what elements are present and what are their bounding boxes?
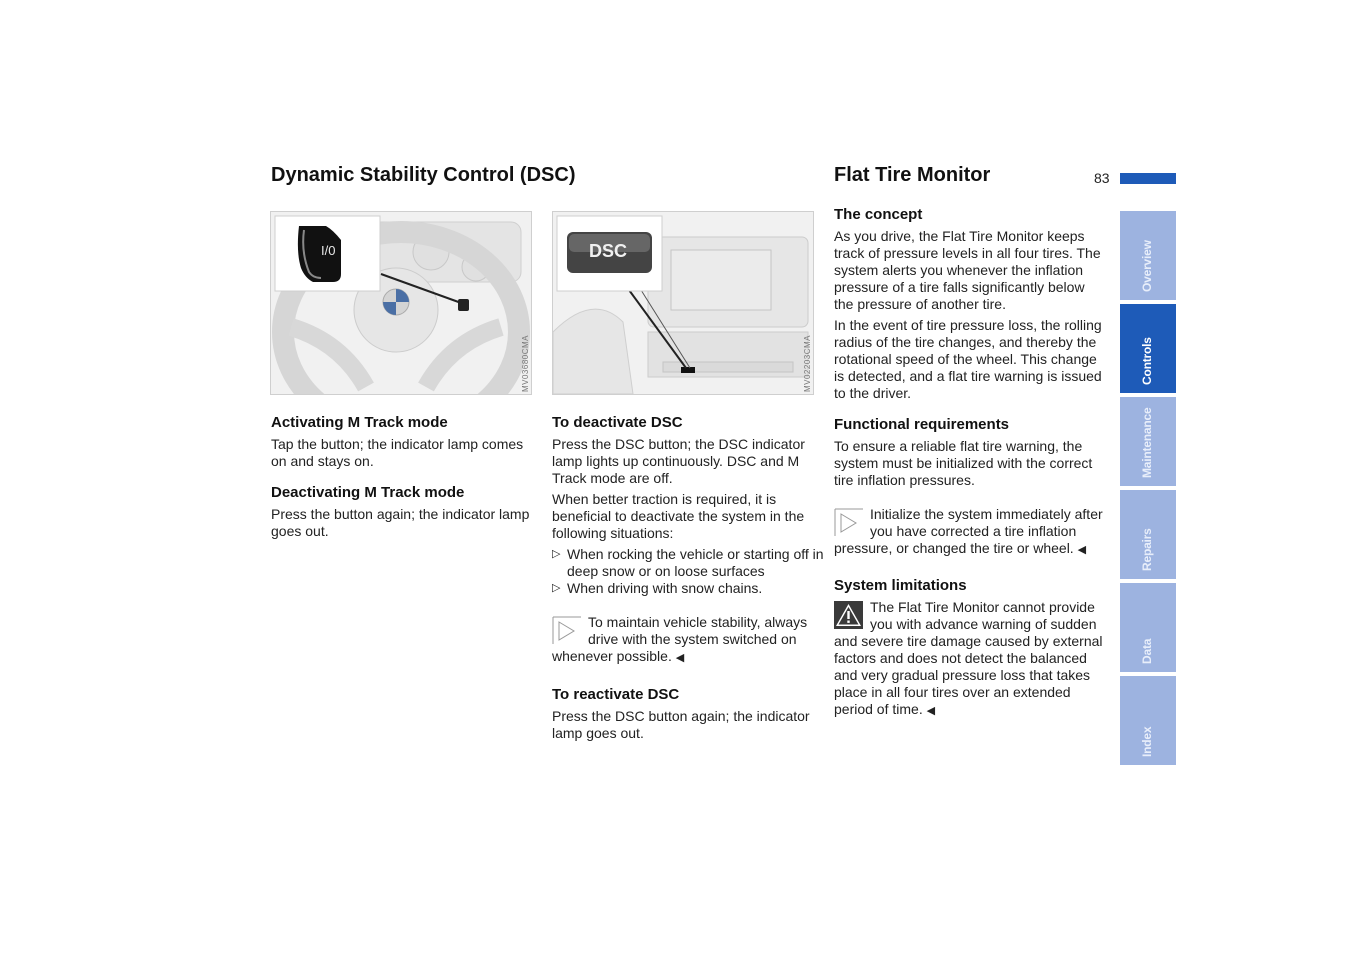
text-concept-1: As you drive, the Flat Tire Monitor keep…	[834, 228, 1101, 312]
text-activating-m-track: Tap the button; the indicator lamp comes…	[271, 436, 524, 469]
note-text: Initialize the system immediately after …	[834, 506, 1103, 556]
heading-activating-m-track: Activating M Track mode	[271, 414, 448, 431]
end-mark-icon: ◀	[926, 705, 936, 717]
text-reactivate-dsc: Press the DSC button again; the indicato…	[552, 708, 810, 741]
text-traction: When better traction is required, it is …	[552, 491, 805, 541]
figure-steering-wheel: I/0 MV03680CMA	[270, 211, 532, 395]
figure2-code: MV02203CMA	[803, 334, 812, 392]
page-number: 83	[1094, 170, 1110, 186]
bullet-text: When rocking the vehicle or starting off…	[567, 546, 824, 579]
tab-repairs[interactable]: Repairs	[1120, 490, 1176, 579]
center-console-illustration	[553, 212, 813, 394]
section-title-flat-tire-monitor: Flat Tire Monitor	[834, 164, 991, 186]
column-dsc: To deactivate DSC Press the DSC button; …	[552, 414, 824, 746]
heading-deactivate-dsc: To deactivate DSC	[552, 414, 683, 431]
bullet-triangle-icon: ▷	[552, 582, 561, 594]
heading-reactivate-dsc: To reactivate DSC	[552, 686, 680, 703]
list-item: ▷ When rocking the vehicle or starting o…	[552, 546, 824, 580]
note-box: To maintain vehicle stability, always dr…	[552, 614, 824, 667]
warning-box: The Flat Tire Monitor cannot provide you…	[834, 599, 1104, 720]
note-arrow-icon	[834, 508, 863, 536]
text-concept-2: In the event of tire pressure loss, the …	[834, 317, 1102, 401]
tab-label: Maintenance	[1140, 407, 1154, 479]
tab-controls[interactable]: Controls	[1120, 304, 1176, 393]
warning-text: The Flat Tire Monitor cannot provide you…	[834, 599, 1103, 717]
note-arrow-icon	[552, 616, 581, 644]
tab-maintenance[interactable]: Maintenance	[1120, 397, 1176, 486]
figure1-button-label: I/0	[321, 243, 336, 258]
figure-center-console: DSC MV02203CMA	[552, 211, 814, 395]
tab-data[interactable]: Data	[1120, 583, 1176, 672]
tab-label: Index	[1140, 726, 1154, 757]
tab-label: Controls	[1140, 337, 1154, 385]
note-box: Initialize the system immediately after …	[834, 506, 1104, 559]
end-mark-icon: ◀	[675, 652, 685, 664]
column-flat-tire-monitor: The concept As you drive, the Flat Tire …	[834, 206, 1104, 720]
text-deactivating-m-track: Press the button again; the indicator la…	[271, 506, 530, 539]
text-deactivate-dsc: Press the DSC button; the DSC indicator …	[552, 436, 805, 486]
tab-overview[interactable]: Overview	[1120, 211, 1176, 300]
heading-functional-requirements: Functional requirements	[834, 416, 1010, 433]
tab-label: Repairs	[1140, 528, 1154, 571]
figure2-button-label: DSC	[589, 241, 628, 261]
heading-system-limitations: System limitations	[834, 577, 967, 594]
figure1-code: MV03680CMA	[521, 334, 530, 392]
heading-concept: The concept	[834, 206, 923, 223]
warning-triangle-icon	[834, 601, 863, 629]
list-item: ▷ When driving with snow chains.	[552, 580, 824, 597]
bullet-text: When driving with snow chains.	[567, 580, 763, 596]
tab-label: Data	[1140, 638, 1154, 664]
column-m-track: Activating M Track mode Tap the button; …	[271, 414, 533, 544]
end-mark-icon: ◀	[1077, 544, 1087, 556]
tab-label: Overview	[1140, 240, 1154, 292]
chapter-tabs: Overview Controls Maintenance Repairs Da…	[1120, 211, 1176, 769]
section-title-dsc: Dynamic Stability Control (DSC)	[271, 164, 576, 186]
tab-index[interactable]: Index	[1120, 676, 1176, 765]
page-marker-bar	[1120, 173, 1176, 184]
steering-wheel-illustration	[271, 212, 531, 394]
text-functional-requirements: To ensure a reliable flat tire warning, …	[834, 438, 1093, 488]
bullet-triangle-icon: ▷	[552, 548, 561, 560]
heading-deactivating-m-track: Deactivating M Track mode	[271, 484, 465, 501]
